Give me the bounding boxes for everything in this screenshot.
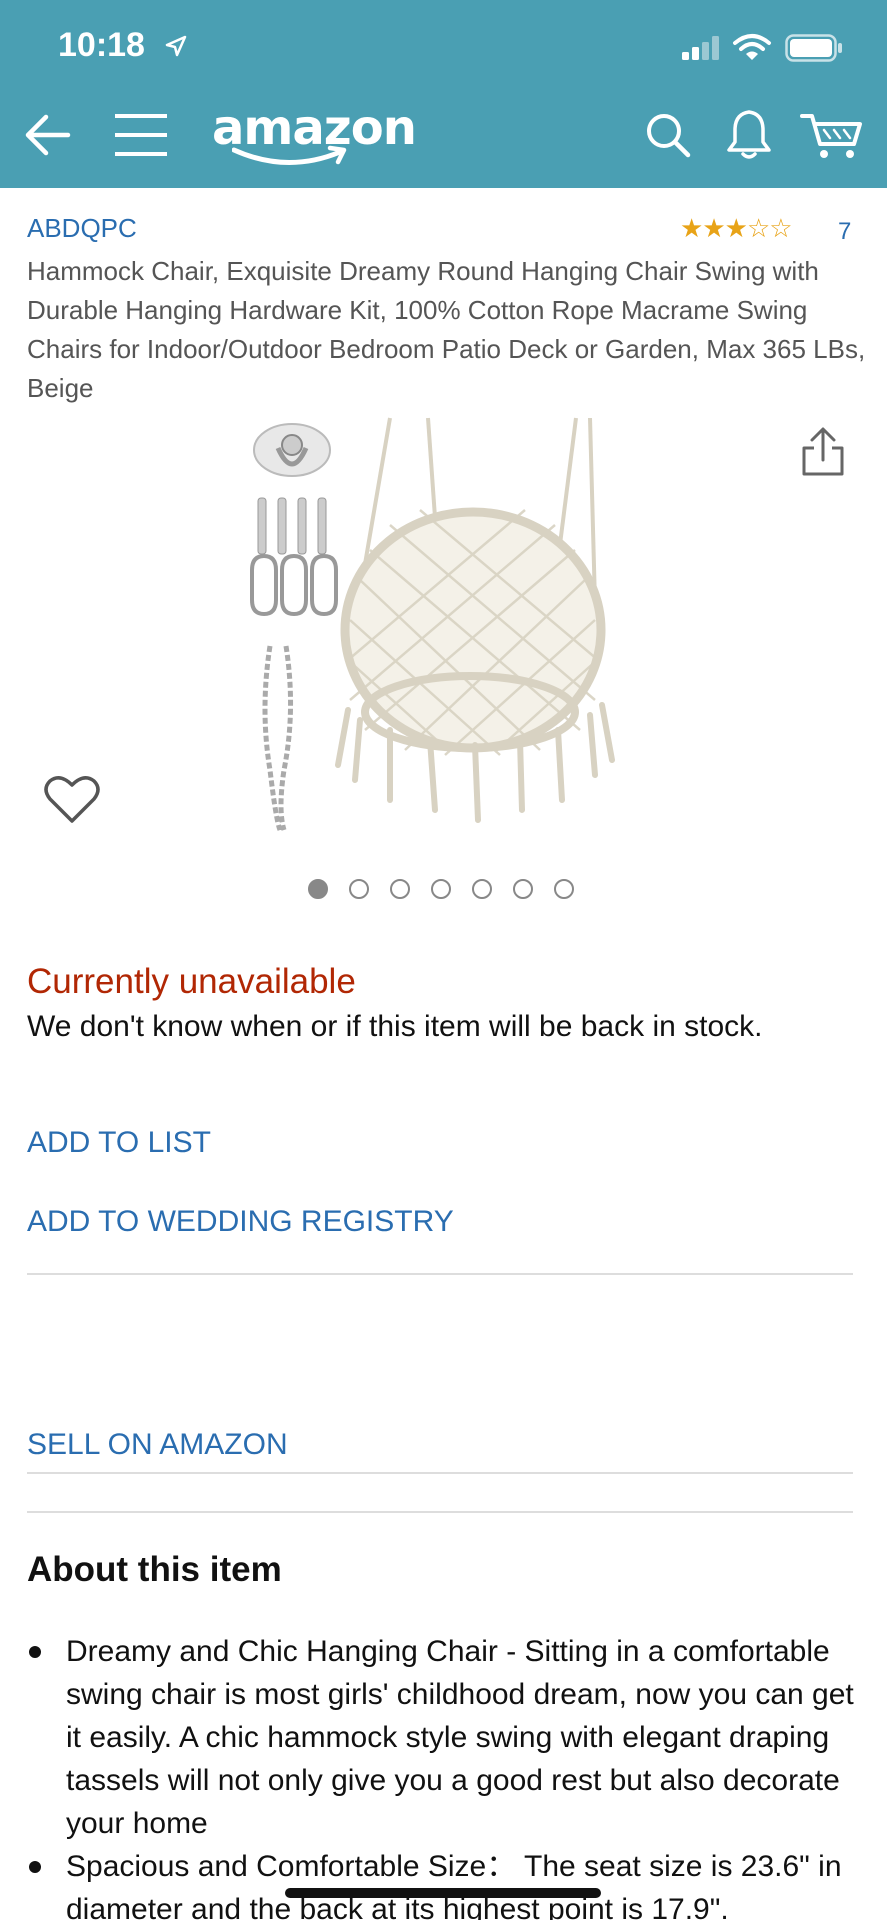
status-time: 10:18 (58, 26, 145, 64)
home-indicator[interactable] (285, 1888, 601, 1898)
menu-icon[interactable] (115, 112, 167, 158)
carousel-dot[interactable] (554, 879, 574, 899)
product-title: Hammock Chair, Exquisite Dreamy Round Ha… (27, 256, 866, 403)
logo-smile-icon (232, 145, 347, 165)
brand-link[interactable]: ABDQPC (27, 213, 137, 244)
carousel-dot[interactable] (513, 879, 533, 899)
app-header: 10:18 amazon (0, 0, 887, 188)
about-bullet: Spacious and Comfortable Size： The seat … (27, 1845, 857, 1920)
carousel-dot[interactable] (308, 879, 328, 899)
cart-icon[interactable] (800, 112, 864, 162)
sell-on-amazon-link[interactable]: SELL ON AMAZON (27, 1428, 288, 1462)
star-empty-icon: ☆ (746, 213, 770, 243)
divider (27, 1511, 853, 1513)
carousel-dot[interactable] (390, 879, 410, 899)
heart-icon[interactable] (44, 773, 100, 825)
wifi-icon (733, 34, 771, 60)
image-carousel-dots[interactable] (308, 879, 574, 899)
product-image[interactable] (240, 410, 640, 850)
share-icon[interactable] (800, 426, 846, 478)
add-to-list-button[interactable]: ADD TO LIST (27, 1126, 211, 1160)
star-filled-icon: ★ (680, 213, 703, 243)
about-heading: About this item (27, 1550, 282, 1589)
availability-status: Currently unavailable (27, 962, 356, 1001)
star-filled-icon: ★ (702, 213, 725, 243)
cellular-signal-icon (682, 36, 719, 60)
carousel-dot[interactable] (472, 879, 492, 899)
about-bullet: Dreamy and Chic Hanging Chair - Sitting … (27, 1630, 857, 1845)
search-icon[interactable] (645, 112, 691, 158)
back-arrow-icon[interactable] (22, 110, 72, 160)
battery-icon (785, 34, 842, 62)
rating-stars[interactable]: ★★★☆☆ (680, 213, 793, 244)
star-empty-icon: ☆ (769, 213, 792, 243)
divider (27, 1472, 853, 1474)
carousel-dot[interactable] (431, 879, 451, 899)
rating-count-link[interactable]: 7 (838, 218, 851, 246)
star-filled-icon: ★ (724, 213, 748, 243)
availability-message: We don't know when or if this item will … (27, 1010, 763, 1043)
location-arrow-icon (165, 35, 187, 57)
notification-bell-icon[interactable] (725, 108, 773, 160)
carousel-dot[interactable] (349, 879, 369, 899)
add-to-wedding-registry-button[interactable]: ADD TO WEDDING REGISTRY (27, 1205, 454, 1239)
amazon-logo[interactable]: amazon (212, 100, 417, 170)
about-bullet-list: Dreamy and Chic Hanging Chair - Sitting … (27, 1630, 857, 1920)
divider (27, 1273, 853, 1275)
